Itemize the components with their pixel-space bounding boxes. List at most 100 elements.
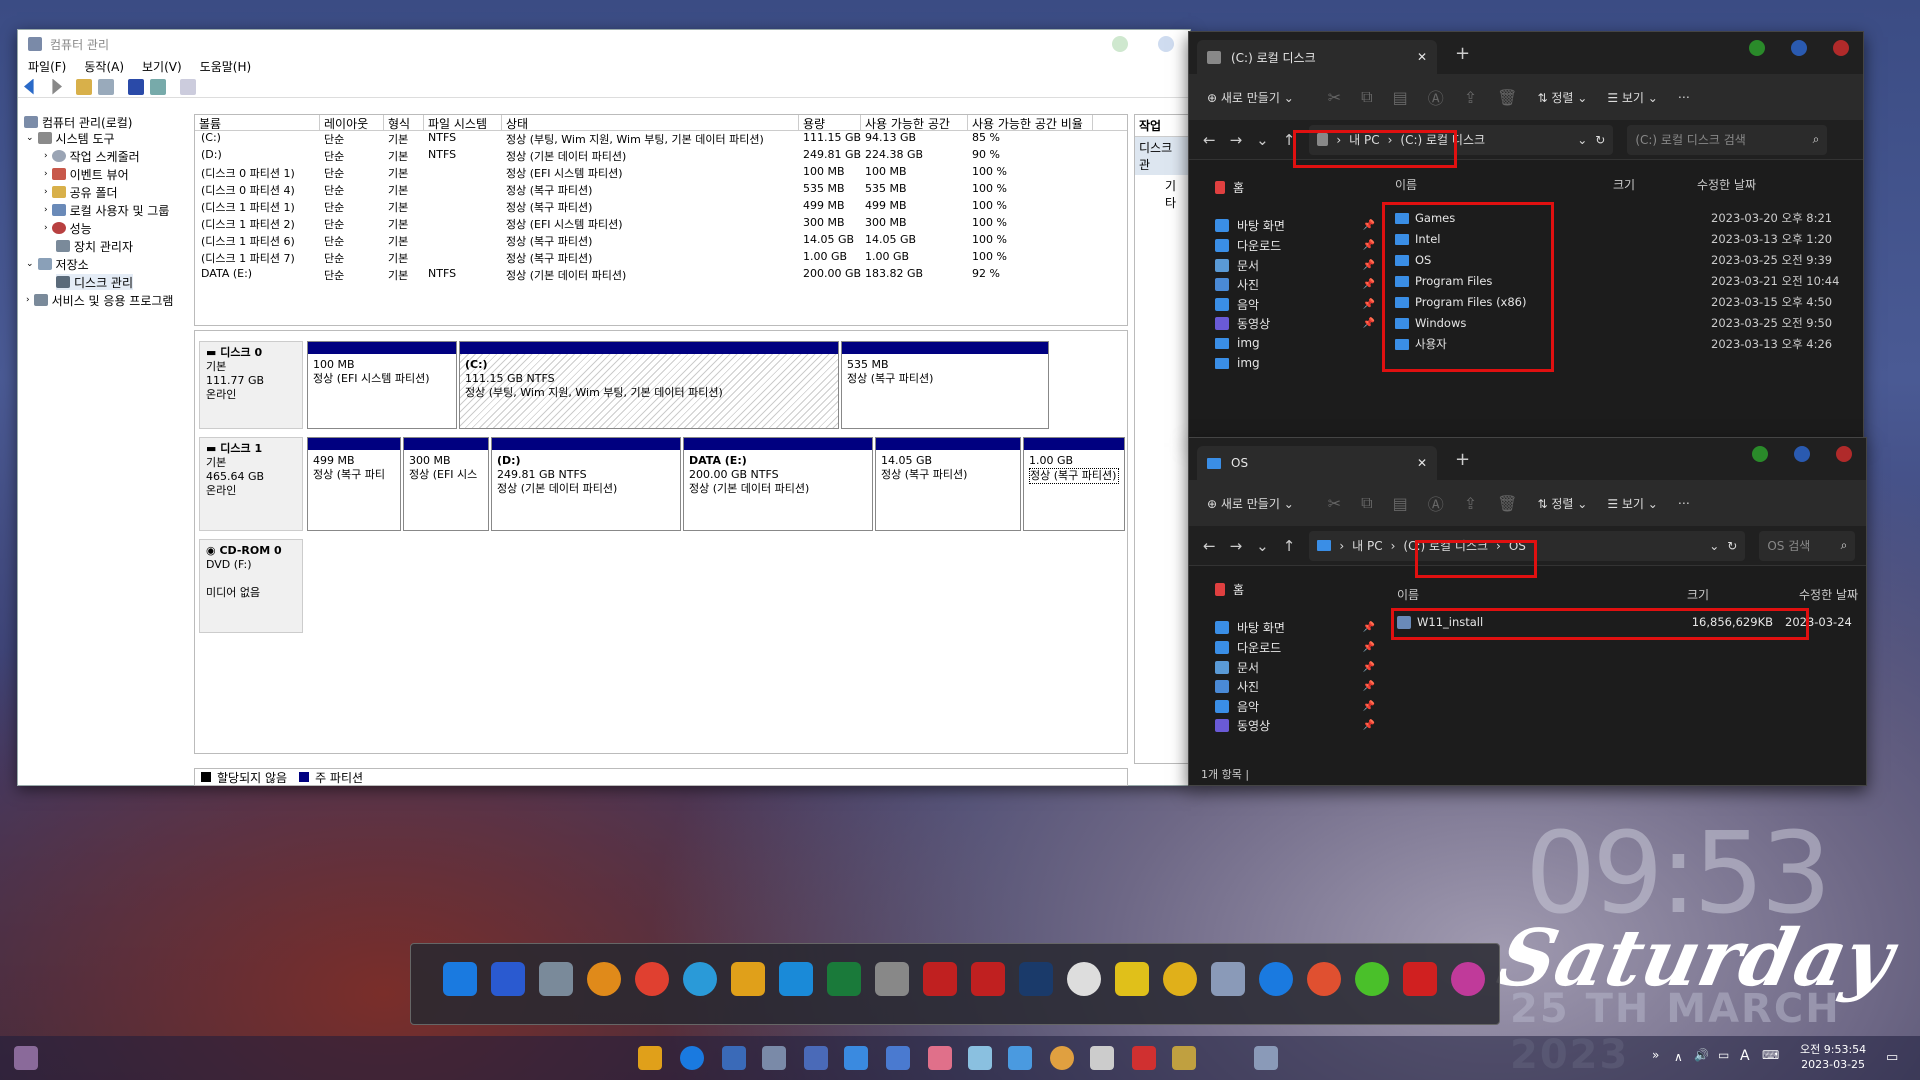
menu-help[interactable]: 도움말(H) xyxy=(200,58,252,76)
new-button[interactable]: ⊕ 새로 만들기 ⌄ xyxy=(1207,89,1294,106)
app-icon[interactable] xyxy=(1008,1046,1032,1070)
partition[interactable]: 535 MB 정상 (복구 파티션) xyxy=(841,341,1049,429)
column-header[interactable]: 형식 xyxy=(384,115,424,130)
partition[interactable]: 100 MB 정상 (EFI 시스템 파티션) xyxy=(307,341,457,429)
sidebar-item-downloads[interactable]: 다운로드 📌 xyxy=(1215,236,1375,254)
folder-row[interactable]: 사용자 2023-03-13 오후 4:26 xyxy=(1395,334,1855,354)
tab-c-drive[interactable]: (C:) 로컬 디스크 ✕ xyxy=(1197,40,1437,74)
menu-action[interactable]: 동작(A) xyxy=(84,58,124,76)
view-button[interactable]: ☰ 보기 ⌄ xyxy=(1607,89,1658,106)
close-button[interactable] xyxy=(1833,40,1849,56)
close-tab-icon[interactable]: ✕ xyxy=(1417,456,1427,470)
help-icon[interactable] xyxy=(128,78,144,95)
sidebar-item-downloads[interactable]: 다운로드 📌 xyxy=(1215,638,1375,656)
copy-icon[interactable]: ⧉ xyxy=(1361,493,1372,513)
app-icon[interactable] xyxy=(1259,962,1293,996)
app-icon[interactable] xyxy=(875,962,909,996)
column-header[interactable]: 사용 가능한 공간 비율 xyxy=(968,115,1093,130)
volume-row[interactable]: (디스크 1 파티션 6) 단순 기본 정상 (복구 파티션) 14.05 GB 14.0… xyxy=(195,233,1127,250)
menu-file[interactable]: 파일(F) xyxy=(28,58,66,76)
sidebar-item-documents[interactable]: 문서 📌 xyxy=(1215,256,1375,274)
column-date[interactable]: 수정한 날짜 xyxy=(1799,586,1858,603)
more-icon[interactable]: ⋯ xyxy=(1678,90,1690,104)
view-button[interactable]: ☰ 보기 ⌄ xyxy=(1607,495,1658,512)
partition[interactable]: 499 MB 정상 (복구 파티 xyxy=(307,437,401,531)
forward-icon[interactable] xyxy=(52,78,62,95)
volume-row[interactable]: (D:) 단순 기본 NTFS 정상 (기본 데이터 파티션) 249.81 GB 224.… xyxy=(195,148,1127,165)
ime-icon[interactable]: A xyxy=(1740,1048,1750,1064)
actions-item[interactable]: 디스크 관 xyxy=(1135,137,1189,175)
app-icon[interactable] xyxy=(722,1046,746,1070)
app-icon[interactable] xyxy=(491,962,525,996)
search-box[interactable]: OS 검색 ⌕ xyxy=(1759,530,1856,561)
chevron-up-icon[interactable]: ∧ xyxy=(1674,1050,1683,1064)
sort-button[interactable]: ⇅ 정렬 ⌄ xyxy=(1537,89,1587,106)
tree-node[interactable]: ⌄ 저장소 xyxy=(26,256,89,272)
sidebar-item-pictures[interactable]: 사진 📌 xyxy=(1215,677,1375,695)
close-button[interactable] xyxy=(1836,446,1852,462)
tab-os[interactable]: OS ✕ xyxy=(1197,446,1437,480)
app-icon[interactable] xyxy=(804,1046,828,1070)
column-size[interactable]: 크기 xyxy=(1687,586,1799,603)
title-bar[interactable]: 컴퓨터 관리 xyxy=(18,30,1190,58)
up-icon[interactable]: ↑ xyxy=(1283,537,1296,555)
folder-row[interactable]: OS 2023-03-25 오전 9:39 xyxy=(1395,250,1855,270)
tree-node[interactable]: 컴퓨터 관리(로컬) xyxy=(24,114,132,130)
minimize-button[interactable] xyxy=(1749,40,1765,56)
sidebar-item-pictures[interactable]: 사진 📌 xyxy=(1215,275,1375,293)
tree-node[interactable]: ⌄ 시스템 도구 xyxy=(26,130,115,146)
partition-d[interactable]: (D:) 249.81 GB NTFS 정상 (기본 데이터 파티션) xyxy=(491,437,681,531)
sidebar-item-music[interactable]: 음악 📌 xyxy=(1215,697,1375,715)
properties-icon[interactable] xyxy=(150,78,166,95)
folder-row[interactable]: Program Files 2023-03-21 오전 10:44 xyxy=(1395,271,1855,291)
app-icon[interactable] xyxy=(923,962,957,996)
column-name[interactable]: 이름 xyxy=(1397,586,1687,603)
minimize-button[interactable] xyxy=(1112,36,1128,52)
partition[interactable]: 300 MB 정상 (EFI 시스 xyxy=(403,437,489,531)
windows-start-icon[interactable] xyxy=(443,962,477,996)
sidebar-item-img[interactable]: img xyxy=(1215,354,1375,372)
paste-icon[interactable]: ▤ xyxy=(1393,494,1408,513)
tree-node[interactable]: › 이벤트 뷰어 xyxy=(44,166,129,182)
volume-row[interactable]: (디스크 1 파티션 1) 단순 기본 정상 (복구 파티션) 499 MB 499 MB… xyxy=(195,199,1127,216)
history-dropdown-icon[interactable]: ⌄ xyxy=(1709,539,1719,553)
cut-icon[interactable]: ✂ xyxy=(1328,494,1341,513)
volume-row[interactable]: (디스크 1 파티션 2) 단순 기본 정상 (EFI 시스템 파티션) 300 MB 3… xyxy=(195,216,1127,233)
up-folder-icon[interactable] xyxy=(76,78,92,95)
recycle-bin-icon[interactable] xyxy=(539,962,573,996)
sidebar-item-desktop[interactable]: 바탕 화면 📌 xyxy=(1215,618,1375,636)
photoshop-icon[interactable] xyxy=(1019,962,1053,996)
tree-node[interactable]: 장치 관리자 xyxy=(56,238,133,254)
app-icon[interactable] xyxy=(1172,1046,1196,1070)
column-size[interactable]: 크기 xyxy=(1613,176,1697,193)
app-icon[interactable] xyxy=(1211,962,1245,996)
recent-icon[interactable]: ⌄ xyxy=(1256,537,1269,555)
folder-row[interactable]: Intel 2023-03-13 오후 1:20 xyxy=(1395,229,1855,249)
column-header[interactable]: 상태 xyxy=(502,115,799,130)
app-icon[interactable] xyxy=(731,962,765,996)
forward-icon[interactable]: → xyxy=(1230,131,1243,149)
app-icon[interactable] xyxy=(1163,962,1197,996)
breadcrumb[interactable]: OS xyxy=(1509,539,1526,553)
app-icon[interactable] xyxy=(968,1046,992,1070)
folder-row[interactable]: Windows 2023-03-25 오전 9:50 xyxy=(1395,313,1855,333)
close-tab-icon[interactable]: ✕ xyxy=(1417,50,1427,64)
console-icon[interactable] xyxy=(180,78,196,95)
acrobat-icon[interactable] xyxy=(971,962,1005,996)
tree-node[interactable]: › 로컬 사용자 및 그룹 xyxy=(44,202,169,218)
app-icon[interactable] xyxy=(1090,1046,1114,1070)
column-header[interactable]: 사용 가능한 공간 xyxy=(861,115,968,130)
refresh-icon[interactable]: ↻ xyxy=(1727,539,1737,553)
app-icon[interactable] xyxy=(779,962,813,996)
app-icon[interactable] xyxy=(844,1046,868,1070)
copy-icon[interactable]: ⧉ xyxy=(1361,87,1372,107)
delete-icon[interactable]: 🗑 xyxy=(1497,88,1517,107)
partition-c[interactable]: (C:) 111.15 GB NTFS 정상 (부팅, Wim 지원, Wim 부팅… xyxy=(459,341,839,429)
tree-node-selected[interactable]: 디스크 관리 xyxy=(56,274,134,290)
app-icon[interactable] xyxy=(1451,962,1485,996)
system-clock[interactable]: 오전 9:53:54 2023-03-25 xyxy=(1800,1042,1866,1072)
sidebar-item-documents[interactable]: 문서 📌 xyxy=(1215,658,1375,676)
cut-icon[interactable]: ✂ xyxy=(1328,88,1341,107)
app-icon[interactable] xyxy=(1403,962,1437,996)
partition[interactable]: 1.00 GB 정상 (복구 파티션) xyxy=(1023,437,1125,531)
